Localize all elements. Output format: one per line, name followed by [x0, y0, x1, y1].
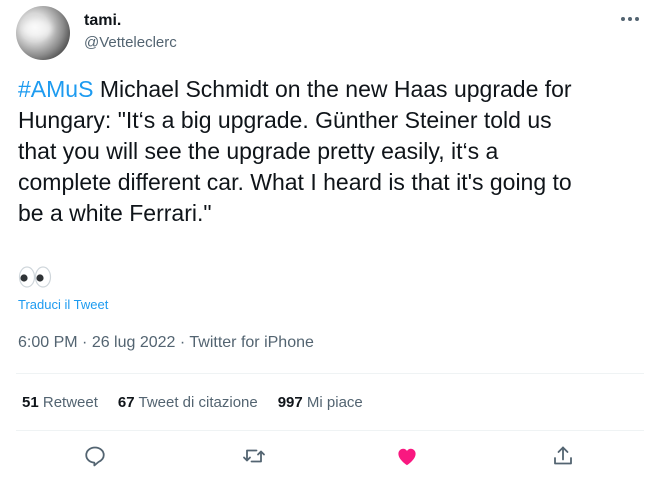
more-options-icon[interactable] — [616, 8, 644, 30]
quotes-label: Tweet di citazione — [138, 394, 258, 411]
avatar-image-detail — [22, 20, 52, 38]
retweets-stat[interactable]: 51 Retweet — [22, 394, 98, 411]
tweet-source[interactable]: Twitter for iPhone — [189, 334, 314, 351]
eyes-emoji-icon — [18, 264, 52, 290]
tweet-actions — [0, 442, 660, 474]
tweet-meta: 6:00 PM · 26 lug 2022 · Twitter for iPho… — [18, 334, 314, 352]
share-button[interactable] — [547, 442, 579, 474]
tweet-text: #AMuS Michael Schmidt on the new Haas up… — [18, 74, 648, 229]
tweet-date[interactable]: 26 lug 2022 — [92, 334, 176, 351]
translate-tweet-link[interactable]: Traduci il Tweet — [18, 297, 108, 312]
reply-icon — [83, 444, 107, 473]
divider — [16, 430, 644, 431]
likes-stat[interactable]: 997 Mi piace — [278, 394, 363, 411]
heart-filled-icon — [395, 444, 419, 473]
retweets-label: Retweet — [42, 394, 98, 411]
tweet-time[interactable]: 6:00 PM — [18, 334, 78, 351]
likes-count: 997 — [277, 394, 303, 411]
divider — [16, 373, 644, 374]
meta-separator: · — [175, 334, 190, 351]
retweets-count: 51 — [22, 394, 39, 411]
reply-button[interactable] — [79, 442, 111, 474]
tweet-body: Michael Schmidt on the new Haas upgrade … — [18, 76, 572, 226]
retweet-icon — [242, 444, 266, 473]
tweet-stats: 51 Retweet 67 Tweet di citazione 997 Mi … — [22, 394, 363, 411]
quotes-count: 67 — [117, 394, 135, 411]
author-handle[interactable]: @Vetteleclerc — [84, 34, 177, 51]
meta-separator: · — [77, 334, 92, 351]
tweet-card: tami. @Vetteleclerc #AMuS Michael Schmid… — [0, 0, 660, 484]
hashtag-link[interactable]: #AMuS — [18, 76, 93, 102]
likes-label: Mi piace — [306, 394, 363, 411]
author-display-name[interactable]: tami. — [84, 12, 121, 30]
retweet-button[interactable] — [238, 442, 270, 474]
avatar[interactable] — [16, 6, 70, 60]
like-button[interactable] — [391, 442, 423, 474]
quote-tweets-stat[interactable]: 67 Tweet di citazione — [118, 394, 258, 411]
share-icon — [551, 444, 575, 473]
